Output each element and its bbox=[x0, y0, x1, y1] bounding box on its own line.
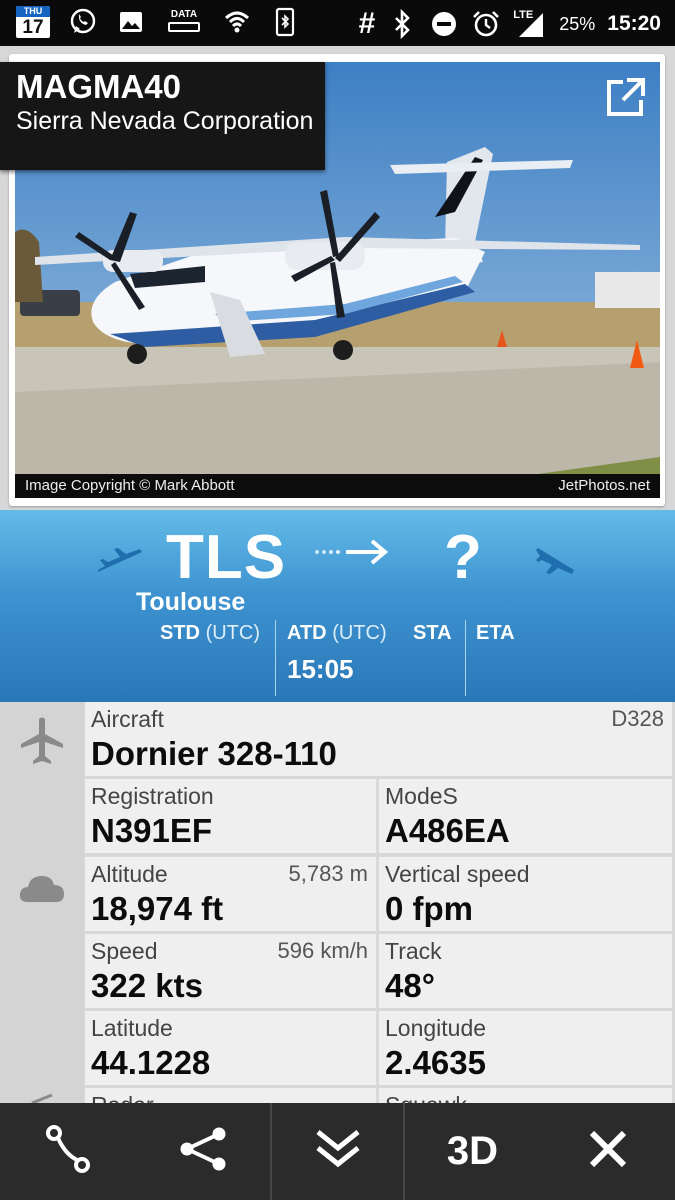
std-unit: (UTC) bbox=[205, 622, 260, 644]
speed-cell[interactable]: Speed 596 km/h 322 kts bbox=[85, 934, 376, 1008]
do-not-disturb-icon bbox=[429, 9, 459, 39]
collapse-button[interactable] bbox=[272, 1103, 403, 1200]
vertical-speed-value: 0 fpm bbox=[385, 890, 474, 927]
track-label: Track bbox=[385, 938, 442, 964]
photo-copyright: Image Copyright © Mark Abbott bbox=[25, 477, 235, 494]
network-label: LTE bbox=[513, 9, 534, 21]
bottom-toolbar: 3D bbox=[0, 1103, 675, 1200]
modes-cell[interactable]: ModeS A486EA bbox=[379, 779, 672, 853]
photo-caption: Image Copyright © Mark Abbott JetPhotos.… bbox=[15, 474, 660, 498]
sta-label: STA bbox=[413, 622, 452, 644]
status-bar: THU 17 DATA # LTE 25% 15:20 bbox=[0, 0, 675, 46]
lte-signal-icon: LTE bbox=[513, 9, 547, 39]
longitude-label: Longitude bbox=[385, 1015, 487, 1041]
cloud-icon bbox=[18, 870, 66, 909]
callsign: MAGMA40 bbox=[16, 68, 182, 105]
destination-code[interactable]: ? bbox=[444, 522, 482, 593]
calendar-day: THU bbox=[16, 6, 50, 17]
gallery-icon bbox=[116, 7, 146, 37]
details-side-column bbox=[0, 702, 84, 1104]
arrival-plane-icon bbox=[534, 544, 578, 581]
registration-value: N391EF bbox=[91, 812, 213, 849]
atd-label: ATD bbox=[287, 622, 327, 644]
route-button[interactable] bbox=[0, 1103, 135, 1200]
radar-cell[interactable]: Radar bbox=[85, 1088, 376, 1104]
modes-value: A486EA bbox=[385, 812, 510, 849]
time-divider bbox=[275, 620, 276, 696]
longitude-cell[interactable]: Longitude 2.4635 bbox=[379, 1011, 672, 1085]
speed-metric: 596 km/h bbox=[277, 938, 369, 963]
aircraft-model: Dornier 328-110 bbox=[91, 735, 337, 772]
latitude-label: Latitude bbox=[91, 1015, 173, 1041]
hash-icon: # bbox=[358, 7, 376, 40]
origin-code[interactable]: TLS bbox=[166, 522, 286, 593]
chevrons-down-icon bbox=[314, 1128, 362, 1175]
atd-value: 15:05 bbox=[287, 654, 354, 684]
clock: 15:20 bbox=[607, 12, 661, 35]
3d-label: 3D bbox=[446, 1129, 499, 1173]
registration-cell[interactable]: Registration N391EF bbox=[85, 779, 376, 853]
modes-label: ModeS bbox=[385, 783, 458, 809]
route-arrow-icon bbox=[314, 537, 390, 572]
route-icon bbox=[45, 1124, 91, 1179]
external-link-icon[interactable] bbox=[603, 74, 649, 120]
track-cell[interactable]: Track 48° bbox=[379, 934, 672, 1008]
time-divider bbox=[465, 620, 466, 696]
close-icon bbox=[588, 1129, 628, 1174]
calendar-date: 17 bbox=[22, 17, 44, 38]
share-button[interactable] bbox=[135, 1103, 270, 1200]
std-label: STD bbox=[160, 622, 200, 644]
calendar-icon: THU 17 bbox=[16, 6, 50, 38]
altitude-metric: 5,783 m bbox=[288, 861, 369, 886]
departure-plane-icon bbox=[96, 546, 144, 581]
battery-level: 25% bbox=[559, 13, 596, 34]
vertical-speed-cell[interactable]: Vertical speed 0 fpm bbox=[379, 857, 672, 931]
aircraft-cell[interactable]: Aircraft D328 Dornier 328-110 bbox=[85, 702, 672, 776]
atd-header: ATD (UTC) bbox=[287, 622, 387, 645]
alarm-icon bbox=[471, 9, 501, 39]
latitude-cell[interactable]: Latitude 44.1228 bbox=[85, 1011, 376, 1085]
data-label: DATA bbox=[170, 9, 198, 20]
airplane-icon bbox=[19, 716, 65, 771]
share-icon bbox=[179, 1127, 227, 1176]
flight-details-panel[interactable]: Aircraft D328 Dornier 328-110 Registrati… bbox=[0, 702, 675, 1104]
registration-label: Registration bbox=[91, 783, 214, 809]
altitude-value: 18,974 ft bbox=[91, 890, 224, 927]
vertical-speed-label: Vertical speed bbox=[385, 861, 530, 887]
hotspot-icon bbox=[222, 7, 252, 37]
altitude-cell[interactable]: Altitude 5,783 m 18,974 ft bbox=[85, 857, 376, 931]
atd-unit: (UTC) bbox=[332, 622, 387, 644]
longitude-value: 2.4635 bbox=[385, 1044, 486, 1081]
track-value: 48° bbox=[385, 967, 435, 1004]
data-icon: DATA bbox=[164, 7, 204, 37]
origin-name: Toulouse bbox=[136, 588, 246, 616]
bluetooth-icon bbox=[387, 9, 417, 39]
latitude-value: 44.1228 bbox=[91, 1044, 211, 1081]
route-panel: TLS ? Toulouse STD (UTC) ATD (UTC) 15:05… bbox=[0, 510, 675, 702]
bluetooth-file-icon bbox=[270, 7, 300, 37]
speed-value: 322 kts bbox=[91, 967, 203, 1004]
photo-source-link[interactable]: JetPhotos.net bbox=[558, 474, 650, 498]
squawk-cell[interactable]: Squawk bbox=[379, 1088, 672, 1104]
aircraft-label: Aircraft bbox=[91, 706, 164, 732]
eta-label: ETA bbox=[476, 622, 515, 644]
aircraft-type-code: D328 bbox=[611, 706, 664, 731]
flight-identity-box: MAGMA40 Sierra Nevada Corporation bbox=[0, 62, 325, 170]
speed-label: Speed bbox=[91, 938, 158, 964]
altitude-label: Altitude bbox=[91, 861, 168, 887]
3d-view-button[interactable]: 3D bbox=[405, 1103, 540, 1200]
airline-name: Sierra Nevada Corporation bbox=[16, 107, 314, 135]
close-button[interactable] bbox=[540, 1103, 675, 1200]
whatsapp-icon bbox=[68, 7, 98, 37]
std-header: STD (UTC) bbox=[160, 622, 260, 645]
